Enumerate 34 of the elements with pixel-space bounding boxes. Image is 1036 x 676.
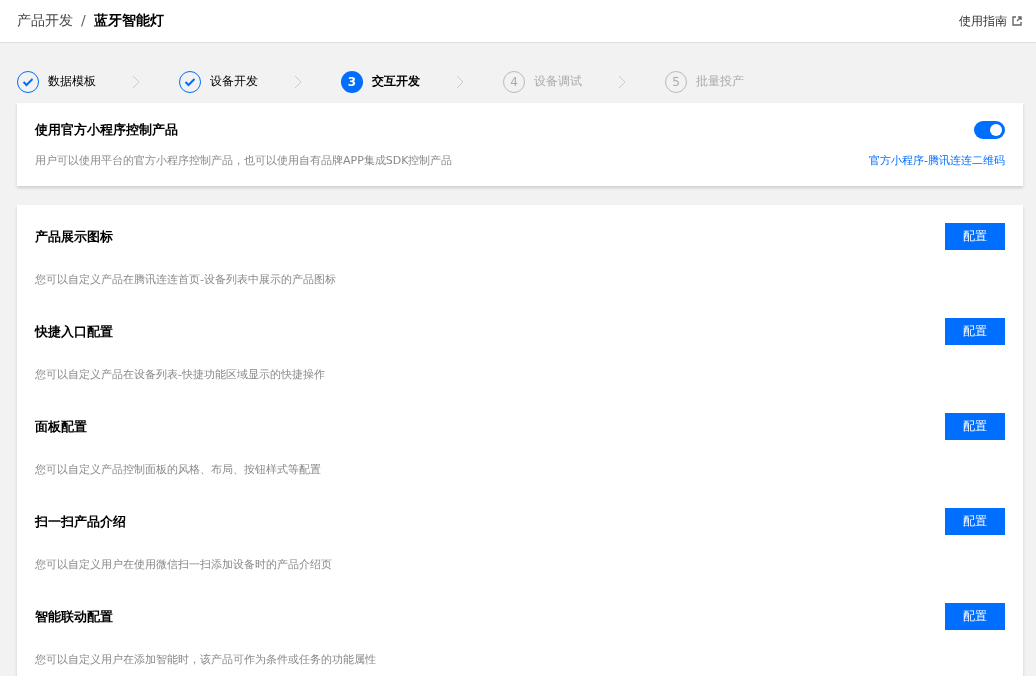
step-number: 3 bbox=[341, 70, 363, 93]
chevron-right-icon bbox=[294, 74, 302, 89]
section-description: 您可以自定义用户在添加智能时，该产品可作为条件或任务的功能属性 bbox=[35, 652, 377, 667]
section-title: 产品展示图标 bbox=[35, 227, 113, 246]
section-description: 您可以自定义产品在腾讯连连首页-设备列表中展示的产品图标 bbox=[35, 272, 337, 287]
toggle-switch[interactable] bbox=[974, 121, 1005, 139]
chevron-right-icon bbox=[618, 74, 626, 89]
breadcrumb-link[interactable]: 产品开发 bbox=[17, 12, 73, 30]
section-title: 快捷入口配置 bbox=[35, 322, 113, 341]
page-title: 蓝牙智能灯 bbox=[93, 12, 164, 30]
guide-link[interactable]: 使用指南 bbox=[959, 12, 1007, 30]
section-description: 用户可以使用平台的官方小程序控制产品，也可以使用自有品牌APP集成SDK控制产品 bbox=[35, 153, 453, 168]
section-title: 面板配置 bbox=[35, 417, 87, 436]
configure-button[interactable]: 配置 bbox=[945, 318, 1005, 345]
external-link-icon[interactable] bbox=[1012, 16, 1022, 26]
step-label: 设备调试 bbox=[534, 73, 582, 90]
section-title: 使用官方小程序控制产品 bbox=[35, 121, 178, 139]
configure-button[interactable]: 配置 bbox=[945, 603, 1005, 630]
qr-code-link[interactable]: 官方小程序-腾讯连连二维码 bbox=[869, 153, 1005, 168]
section-description: 您可以自定义产品在设备列表-快捷功能区域显示的快捷操作 bbox=[35, 367, 326, 382]
configure-button[interactable]: 配置 bbox=[945, 508, 1005, 535]
step-label: 交互开发 bbox=[372, 73, 420, 90]
step-label: 数据模板 bbox=[48, 73, 96, 90]
section-title: 智能联动配置 bbox=[35, 607, 113, 626]
section-description: 您可以自定义用户在使用微信扫一扫添加设备时的产品介绍页 bbox=[35, 557, 333, 572]
step-label: 设备开发 bbox=[210, 73, 258, 90]
section-description: 您可以自定义产品控制面板的风格、布局、按钮样式等配置 bbox=[35, 462, 322, 477]
section-title: 扫一扫产品介绍 bbox=[35, 512, 126, 531]
configure-button[interactable]: 配置 bbox=[945, 223, 1005, 250]
chevron-right-icon bbox=[132, 74, 140, 89]
step-label: 批量投产 bbox=[696, 73, 744, 90]
configure-button[interactable]: 配置 bbox=[945, 413, 1005, 440]
breadcrumb-separator: / bbox=[81, 12, 86, 30]
chevron-right-icon bbox=[456, 74, 464, 89]
